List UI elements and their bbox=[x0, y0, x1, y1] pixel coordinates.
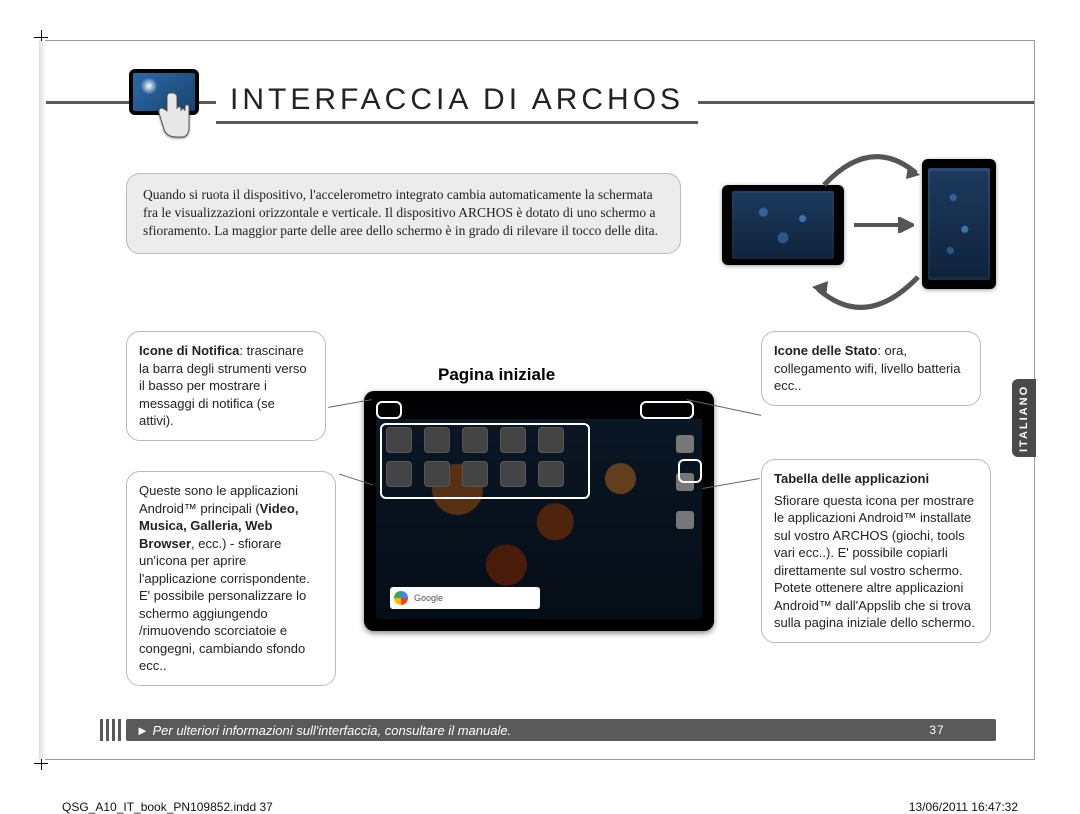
highlight-main-apps bbox=[380, 423, 590, 499]
highlight-state-area bbox=[640, 401, 694, 419]
touch-tablet-icon bbox=[121, 69, 206, 139]
rotation-diagram bbox=[706, 141, 1006, 341]
print-info-file: QSG_A10_IT_book_PN109852.indd 37 bbox=[62, 800, 273, 814]
callout-applications-table: Tabella delle applicazioni Sfiorare ques… bbox=[761, 459, 991, 643]
manual-page: INTERFACCIA DI ARCHOS Quando si ruota il… bbox=[45, 40, 1035, 760]
arrow-right-icon bbox=[854, 217, 914, 233]
curved-arrow-bottom-icon bbox=[806, 269, 926, 324]
callout-title: Tabella delle applicazioni bbox=[774, 470, 978, 488]
tablet-home-screenshot: Google bbox=[364, 391, 714, 631]
curved-arrow-top-icon bbox=[816, 143, 926, 193]
callout-main-apps: Queste sono le applicazioni Android™ pri… bbox=[126, 471, 336, 686]
print-info-timestamp: 13/06/2011 16:47:32 bbox=[909, 800, 1018, 814]
tablet-portrait-image bbox=[922, 159, 996, 289]
callout-title: Icone delle Stato bbox=[774, 343, 877, 358]
tablet-landscape-image bbox=[722, 185, 844, 265]
callout-text: , ecc.) - sfiorare un'icona per aprire l… bbox=[139, 536, 310, 674]
page-number: 37 bbox=[922, 719, 952, 741]
highlight-notification-area bbox=[376, 401, 402, 419]
callout-title: Icone di Notifica bbox=[139, 343, 239, 358]
language-side-tab: ITALIANO bbox=[1012, 379, 1036, 457]
callout-state-icons: Icone delle Stato: ora, collegamento wif… bbox=[761, 331, 981, 406]
highlight-apps-drawer bbox=[678, 459, 702, 483]
footer-note-bar: ► Per ulteriori informazioni sull'interf… bbox=[126, 719, 996, 741]
callout-notification-icons: Icone di Notifica: trascinare la barra d… bbox=[126, 331, 326, 441]
home-screen-label: Pagina iniziale bbox=[438, 365, 555, 385]
page-title: INTERFACCIA DI ARCHOS bbox=[216, 83, 698, 124]
callout-text: Sfiorare questa icona per mostrare le ap… bbox=[774, 493, 975, 631]
google-search-widget: Google bbox=[390, 587, 540, 609]
intro-text-box: Quando si ruota il dispositivo, l'accele… bbox=[126, 173, 681, 254]
